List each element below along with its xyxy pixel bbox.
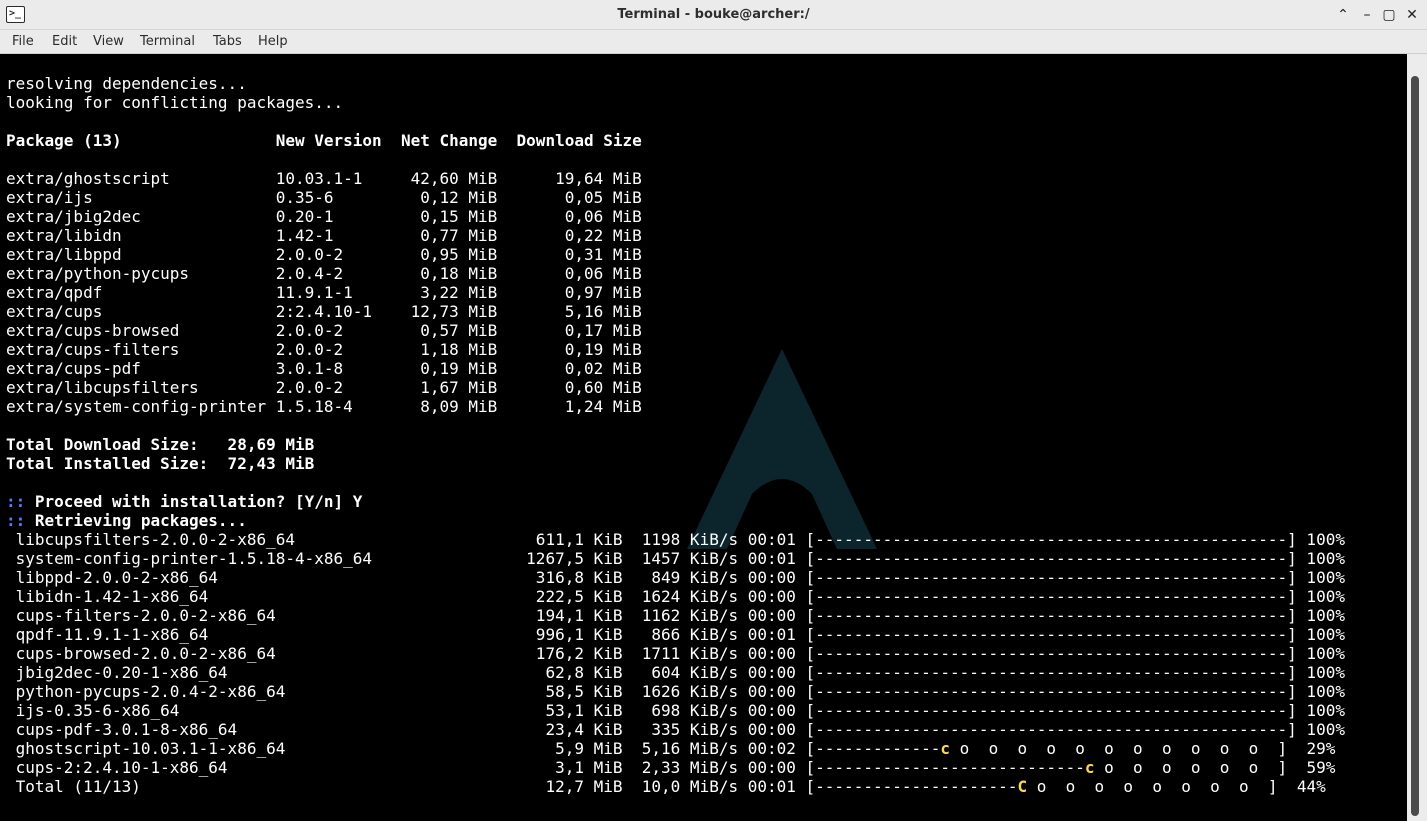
terminal-line: resolving dependencies...	[6, 74, 247, 93]
terminal-line: Total (11/13) 12,7 MiB 10,0 MiB/s 00:01 …	[6, 777, 1326, 796]
terminal-line: Total Installed Size: 72,43 MiB	[6, 454, 315, 473]
terminal-line: extra/cups-browsed 2.0.0-2 0,57 MiB 0,17…	[6, 321, 642, 340]
menu-help[interactable]: Help	[258, 34, 288, 49]
terminal-line: python-pycups-2.0.4-2-x86_64 58,5 KiB 16…	[6, 682, 1345, 701]
terminal-line: extra/cups-filters 2.0.0-2 1,18 MiB 0,19…	[6, 340, 642, 359]
terminal-line: extra/ijs 0.35-6 0,12 MiB 0,05 MiB	[6, 188, 642, 207]
pacman-chomp-icon: c	[940, 739, 951, 758]
pacman-chomp-icon: c	[1084, 758, 1095, 777]
menu-edit[interactable]: Edit	[52, 34, 77, 49]
menu-view[interactable]: View	[93, 34, 124, 49]
terminal-line: cups-filters-2.0.0-2-x86_64 194,1 KiB 11…	[6, 606, 1345, 625]
terminal-line: extra/jbig2dec 0.20-1 0,15 MiB 0,06 MiB	[6, 207, 642, 226]
prompt-marker: ::	[6, 511, 26, 530]
terminal-line: ijs-0.35-6-x86_64 53,1 KiB 698 KiB/s 00:…	[6, 701, 1345, 720]
window-title: Terminal - bouke@archer:/	[617, 7, 810, 22]
terminal-line: extra/qpdf 11.9.1-1 3,22 MiB 0,97 MiB	[6, 283, 642, 302]
terminal-line: :: Retrieving packages...	[6, 511, 247, 530]
terminal-line: extra/cups 2:2.4.10-1 12,73 MiB 5,16 MiB	[6, 302, 642, 321]
terminal-line: qpdf-11.9.1-1-x86_64 996,1 KiB 866 KiB/s…	[6, 625, 1345, 644]
terminal-line: extra/libcupsfilters 2.0.0-2 1,67 MiB 0,…	[6, 378, 642, 397]
maximize-button[interactable]: ▢	[1380, 6, 1398, 24]
terminal-line: libidn-1.42-1-x86_64 222,5 KiB 1624 KiB/…	[6, 587, 1345, 606]
terminal-line: extra/ghostscript 10.03.1-1 42,60 MiB 19…	[6, 169, 642, 188]
terminal-line: libppd-2.0.0-2-x86_64 316,8 KiB 849 KiB/…	[6, 568, 1345, 587]
terminal-line: ghostscript-10.03.1-1-x86_64 5,9 MiB 5,1…	[6, 739, 1336, 758]
terminal-line: jbig2dec-0.20-1-x86_64 62,8 KiB 604 KiB/…	[6, 663, 1345, 682]
terminal-line: extra/libidn 1.42-1 0,77 MiB 0,22 MiB	[6, 226, 642, 245]
menu-file[interactable]: File	[12, 34, 34, 49]
terminal-line: cups-pdf-3.0.1-8-x86_64 23,4 KiB 335 KiB…	[6, 720, 1345, 739]
terminal-line: Total Download Size: 28,69 MiB	[6, 435, 315, 454]
scrollbar-thumb[interactable]	[1411, 76, 1419, 816]
terminal-line: extra/libppd 2.0.0-2 0,95 MiB 0,31 MiB	[6, 245, 642, 264]
pacman-chomp-icon: C	[1017, 777, 1028, 796]
terminal-output[interactable]: resolving dependencies... looking for con…	[0, 54, 1407, 821]
terminal-line: extra/system-config-printer 1.5.18-4 8,0…	[6, 397, 642, 416]
prompt-marker: ::	[6, 492, 26, 511]
menu-terminal[interactable]: Terminal	[140, 34, 195, 49]
terminal-line: extra/cups-pdf 3.0.1-8 0,19 MiB 0,02 MiB	[6, 359, 642, 378]
terminal-line: system-config-printer-1.5.18-4-x86_64 12…	[6, 549, 1345, 568]
keep-above-button[interactable]: ⌃	[1334, 6, 1352, 24]
close-button[interactable]: ✕	[1403, 6, 1421, 24]
terminal-line: extra/python-pycups 2.0.4-2 0,18 MiB 0,0…	[6, 264, 642, 283]
terminal-line: cups-browsed-2.0.0-2-x86_64 176,2 KiB 17…	[6, 644, 1345, 663]
minimize-button[interactable]: –	[1358, 6, 1376, 24]
terminal-line: Package (13) New Version Net Change Down…	[6, 131, 642, 150]
menu-bar: File Edit View Terminal Tabs Help	[0, 30, 1427, 54]
terminal-line: :: Proceed with installation? [Y/n] Y	[6, 492, 363, 511]
menu-tabs[interactable]: Tabs	[213, 34, 242, 49]
arch-logo-watermark-icon	[687, 349, 877, 549]
terminal-line: cups-2:2.4.10-1-x86_64 3,1 MiB 2,33 MiB/…	[6, 758, 1336, 777]
title-bar[interactable]: >_ Terminal - bouke@archer:/ ⌃ – ▢ ✕	[0, 0, 1427, 30]
terminal-line: looking for conflicting packages...	[6, 93, 344, 112]
terminal-line: libcupsfilters-2.0.0-2-x86_64 611,1 KiB …	[6, 530, 1345, 549]
